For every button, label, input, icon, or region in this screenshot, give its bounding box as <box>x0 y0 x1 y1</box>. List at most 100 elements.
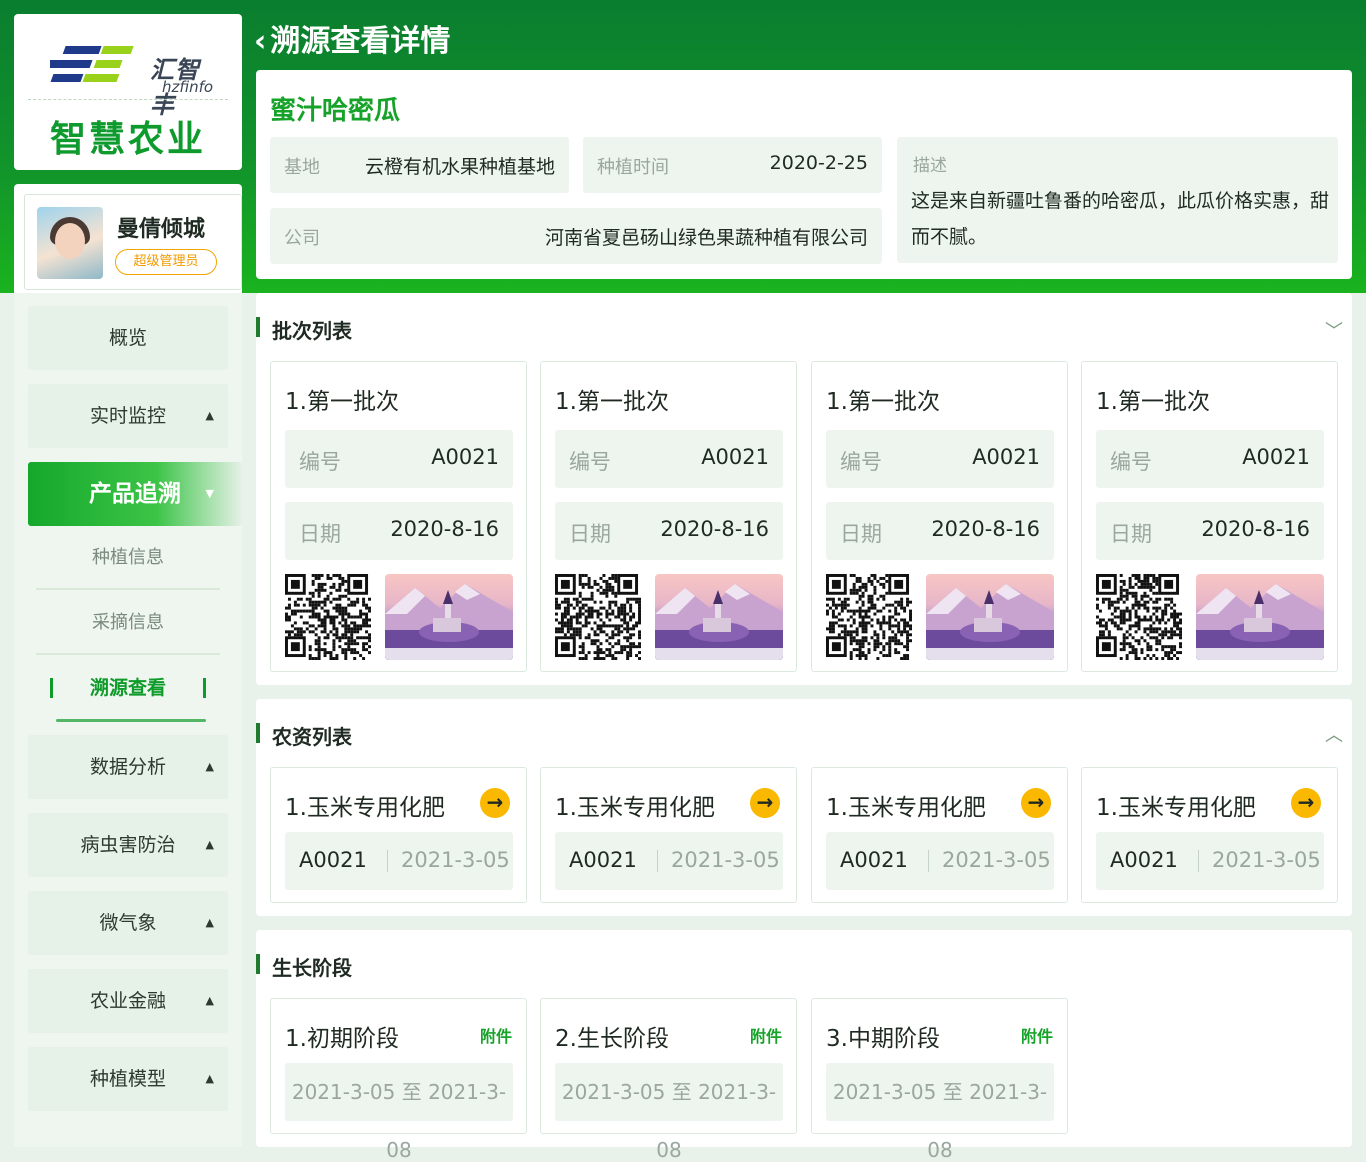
nav-label: 农业金融 <box>89 990 166 1012</box>
growth-stage-card[interactable]: 2.生长阶段 附件 2021-3-05 至 2021-3-08 <box>540 998 797 1162</box>
input-info-row: A0021 2021-3-05 <box>555 832 783 890</box>
nav-label: 病虫害防治 <box>80 834 176 856</box>
input-code: A0021 <box>840 848 908 872</box>
growth-stage-card[interactable]: 1.初期阶段 附件 2021-3-05 至 2021-3-08 <box>270 998 527 1162</box>
batch-card[interactable]: 1.第一批次 编号 A0021 日期 2020-8-16 <box>540 361 797 672</box>
input-date: 2021-3-05 <box>401 848 510 872</box>
field-label: 基地 <box>284 157 320 178</box>
input-date: 2021-3-05 <box>1212 848 1321 872</box>
nav-label: 实时监控 <box>89 405 166 427</box>
input-card[interactable]: 1.玉米专用化肥 → A0021 2021-3-05 <box>270 767 527 903</box>
field-value: A0021 <box>701 445 769 469</box>
arrow-right-icon[interactable]: → <box>480 788 510 818</box>
batch-card[interactable]: 1.第一批次 编号 A0021 日期 2020-8-16 <box>270 361 527 672</box>
triangle-up-icon: ▲ <box>205 1072 214 1085</box>
input-info-row: A0021 2021-3-05 <box>826 832 1054 890</box>
input-card[interactable]: 1.玉米专用化肥 → A0021 2021-3-05 <box>811 767 1068 903</box>
nav-label: 概览 <box>108 327 147 349</box>
field-label: 日期 <box>299 522 341 546</box>
input-info-row: A0021 2021-3-05 <box>285 832 513 890</box>
triangle-up-icon: ▲ <box>205 916 214 929</box>
field-base: 基地 云橙有机水果种植基地 <box>270 137 569 193</box>
input-card[interactable]: 1.玉米专用化肥 → A0021 2021-3-05 <box>1081 767 1338 903</box>
nav-item-analysis[interactable]: 数据分析 ▲ <box>28 735 228 799</box>
batch-code-row: 编号 A0021 <box>826 430 1054 488</box>
batch-title: 1.第一批次 <box>1096 389 1210 415</box>
triangle-up-icon: ▲ <box>205 838 214 851</box>
nav-item-weather[interactable]: 微气象 ▲ <box>28 891 228 955</box>
stage-title: 2.生长阶段 <box>555 1026 669 1052</box>
back-button[interactable]: ‹ 溯源查看详情 <box>254 16 450 60</box>
product-name: 蜜汁哈密瓜 <box>270 96 401 126</box>
section-title: 批次列表 <box>256 315 352 344</box>
page-title: 溯源查看详情 <box>270 24 451 59</box>
field-value: 2020-8-16 <box>931 517 1040 541</box>
batch-code-row: 编号 A0021 <box>285 430 513 488</box>
stage-title: 3.中期阶段 <box>826 1026 940 1052</box>
nav-item-traceability[interactable]: 产品追溯 ▼ <box>28 462 242 526</box>
stage-title: 1.初期阶段 <box>285 1026 399 1052</box>
product-photo[interactable] <box>655 574 783 660</box>
input-date: 2021-3-05 <box>671 848 780 872</box>
field-value: A0021 <box>972 445 1040 469</box>
triangle-down-icon: ▼ <box>205 487 214 500</box>
input-title: 1.玉米专用化肥 <box>555 795 715 821</box>
user-card[interactable]: 曼倩倾城 超级管理员 <box>24 194 242 290</box>
arrow-right-icon[interactable]: → <box>1291 788 1321 818</box>
triangle-up-icon: ▲ <box>205 760 214 773</box>
chevron-left-icon: ‹ <box>254 24 267 59</box>
field-value: 这是来自新疆吐鲁番的哈密瓜，此瓜价格实惠，甜而不腻。 <box>911 190 1330 248</box>
chevron-up-icon[interactable]: ︿ <box>1324 721 1344 746</box>
batch-title: 1.第一批次 <box>555 389 669 415</box>
field-label: 日期 <box>840 522 882 546</box>
subnav-label: 采摘信息 <box>92 612 164 633</box>
batch-code-row: 编号 A0021 <box>555 430 783 488</box>
growth-stage-card[interactable]: 3.中期阶段 附件 2021-3-05 至 2021-3-08 <box>811 998 1068 1162</box>
section-title: 农资列表 <box>256 721 352 750</box>
logo-panel: 汇智丰 hzfinfo 智慧农业 <box>14 14 242 170</box>
attachment-link[interactable]: 附件 <box>1021 1023 1053 1047</box>
qr-code-icon[interactable] <box>826 574 912 660</box>
stage-date-range: 2021-3-05 至 2021-3-08 <box>285 1063 513 1162</box>
field-company: 公司 河南省夏邑砀山绿色果蔬种植有限公司 <box>270 208 882 264</box>
nav-item-model[interactable]: 种植模型 ▲ <box>28 1047 228 1111</box>
active-marker-right <box>203 678 206 698</box>
input-card[interactable]: 1.玉米专用化肥 → A0021 2021-3-05 <box>540 767 797 903</box>
field-label: 编号 <box>840 450 882 474</box>
qr-code-icon[interactable] <box>1096 574 1182 660</box>
user-name: 曼倩倾城 <box>117 217 206 242</box>
field-label: 公司 <box>284 228 320 249</box>
subnav-item-picking[interactable]: 采摘信息 <box>36 591 220 655</box>
input-code: A0021 <box>569 848 637 872</box>
subnav-item-trace-view[interactable]: 溯源查看 <box>36 656 220 722</box>
input-title: 1.玉米专用化肥 <box>1096 795 1256 821</box>
qr-code-icon[interactable] <box>285 574 371 660</box>
stage-date-range: 2021-3-05 至 2021-3-08 <box>555 1063 783 1162</box>
attachment-link[interactable]: 附件 <box>750 1023 782 1047</box>
avatar[interactable] <box>37 207 103 279</box>
nav-item-pest[interactable]: 病虫害防治 ▲ <box>28 813 228 877</box>
nav-label: 数据分析 <box>89 756 166 778</box>
attachment-link[interactable]: 附件 <box>480 1023 512 1047</box>
product-photo[interactable] <box>385 574 513 660</box>
field-label: 日期 <box>1110 522 1152 546</box>
arrow-right-icon[interactable]: → <box>1021 788 1051 818</box>
arrow-right-icon[interactable]: → <box>750 788 780 818</box>
product-photo[interactable] <box>926 574 1054 660</box>
nav-item-finance[interactable]: 农业金融 ▲ <box>28 969 228 1033</box>
logo-divider <box>28 99 228 100</box>
input-code: A0021 <box>1110 848 1178 872</box>
subnav-item-planting[interactable]: 种植信息 <box>36 526 220 590</box>
qr-code-icon[interactable] <box>555 574 641 660</box>
product-photo[interactable] <box>1196 574 1324 660</box>
chevron-down-icon[interactable]: ﹀ <box>1324 317 1344 342</box>
nav-item-overview[interactable]: 概览 <box>28 306 228 370</box>
batch-card[interactable]: 1.第一批次 编号 A0021 日期 2020-8-16 <box>1081 361 1338 672</box>
brand-logo[interactable]: 汇智丰 hzfinfo <box>38 28 218 119</box>
app-title: 智慧农业 <box>49 119 206 160</box>
batch-card[interactable]: 1.第一批次 编号 A0021 日期 2020-8-16 <box>811 361 1068 672</box>
stage-date-range: 2021-3-05 至 2021-3-08 <box>826 1063 1054 1162</box>
product-info-panel: 蜜汁哈密瓜 基地 云橙有机水果种植基地 种植时间 2020-2-25 公司 河南… <box>256 70 1352 279</box>
nav-item-monitor[interactable]: 实时监控 ▲ <box>28 384 228 448</box>
field-label: 编号 <box>1110 450 1152 474</box>
